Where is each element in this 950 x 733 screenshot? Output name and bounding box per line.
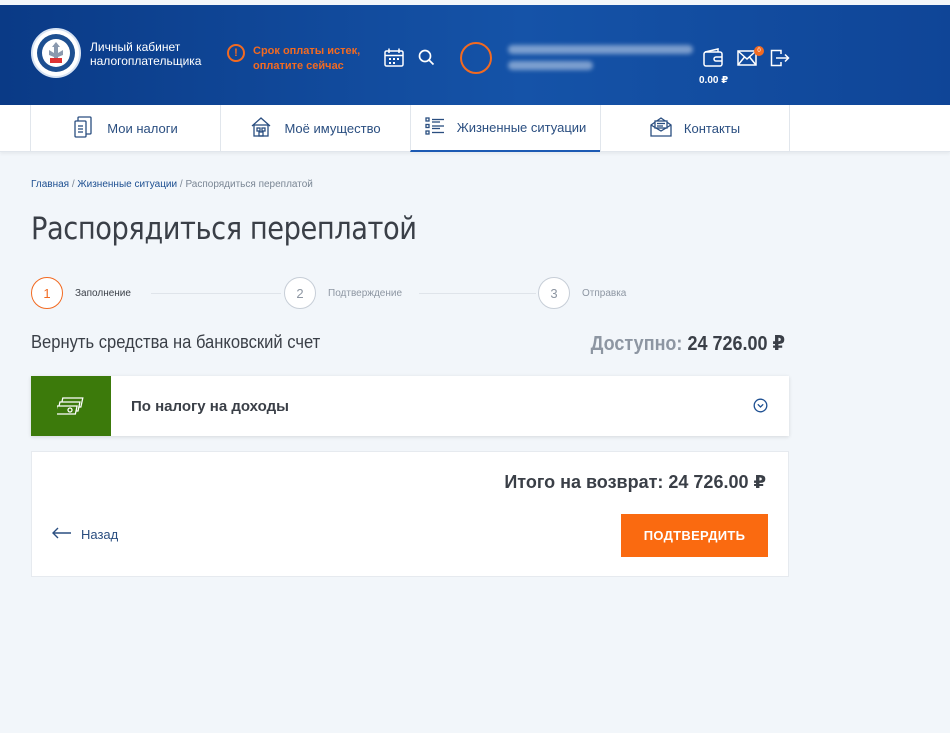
step-number: 1 [31, 277, 63, 309]
nav-label: Контакты [683, 121, 741, 136]
wallet-balance[interactable]: 0.00 ₽ [699, 75, 728, 86]
main-nav: Мои налоги Моё имущество Жизненные ситуа… [0, 105, 950, 152]
wallet-icon[interactable] [703, 48, 723, 72]
tax-income-card[interactable]: По налогу на доходы [31, 376, 789, 436]
step-number: 3 [538, 277, 570, 309]
calendar-icon[interactable] [384, 48, 404, 72]
app-title[interactable]: Личный кабинет налогоплательщика [90, 40, 220, 68]
refund-summary-panel: Итого на возврат: 24 726.00 ₽ Назад ПОДТ… [31, 451, 789, 577]
progress-steps: 1 Заполнение 2 Подтверждение 3 Отправка [31, 277, 791, 309]
nav-life-situations[interactable]: Жизненные ситуации [410, 105, 600, 152]
step-fill: 1 Заполнение [31, 277, 131, 309]
breadcrumb-life-situations[interactable]: Жизненные ситуации [77, 179, 177, 190]
alert-text: Срок оплаты истек, оплатите сейчас [253, 45, 361, 72]
logout-icon[interactable] [770, 49, 790, 72]
envelope-icon [650, 117, 672, 140]
step-confirm: 2 Подтверждение [284, 277, 402, 309]
payment-overdue-alert[interactable]: ! Срок оплаты истек, оплатите сейчас [227, 44, 373, 74]
property-house-icon [250, 116, 272, 141]
mail-unread-badge: 0 [754, 46, 764, 56]
search-icon[interactable] [418, 49, 435, 71]
back-button[interactable]: Назад [52, 527, 118, 542]
back-label: Назад [81, 527, 119, 542]
refund-total: Итого на возврат: 24 726.00 ₽ [504, 472, 766, 492]
money-icon [31, 376, 111, 436]
breadcrumb: Главная / Жизненные ситуации / Распоряди… [31, 179, 313, 190]
fns-logo-icon[interactable] [31, 28, 81, 78]
breadcrumb-home[interactable]: Главная [31, 179, 69, 190]
available-label: Доступно: [590, 333, 683, 355]
section-title: Вернуть средства на банковский счет [31, 332, 321, 352]
user-name-blurred[interactable] [508, 45, 693, 77]
nav-contacts[interactable]: Контакты [600, 105, 790, 152]
nav-my-property[interactable]: Моё имущество [220, 105, 410, 152]
step-label: Отправка [582, 287, 627, 299]
nav-label: Жизненные ситуации [456, 120, 587, 135]
available-amount: Доступно: 24 726.00 ₽ [591, 331, 785, 356]
chevron-down-icon[interactable] [753, 398, 768, 418]
step-number: 2 [284, 277, 316, 309]
page-title: Распорядиться переплатой [31, 211, 417, 247]
top-header: Личный кабинет налогоплательщика ! Срок … [0, 5, 950, 105]
confirm-button[interactable]: ПОДТВЕРДИТЬ [621, 514, 768, 557]
step-label: Подтверждение [328, 287, 403, 299]
step-send: 3 Отправка [538, 277, 626, 309]
available-value: 24 726.00 ₽ [687, 333, 785, 355]
tax-document-icon [73, 116, 95, 141]
nav-label: Мои налоги [107, 121, 178, 136]
breadcrumb-current: Распорядиться переплатой [185, 179, 313, 190]
nav-label: Моё имущество [284, 121, 381, 136]
arrow-left-icon [52, 527, 72, 542]
nav-my-taxes[interactable]: Мои налоги [30, 105, 220, 152]
warning-icon: ! [227, 44, 245, 62]
tax-name: По налогу на доходы [131, 397, 289, 415]
step-label: Заполнение [75, 287, 131, 299]
avatar[interactable] [460, 42, 492, 74]
list-icon [425, 116, 445, 139]
